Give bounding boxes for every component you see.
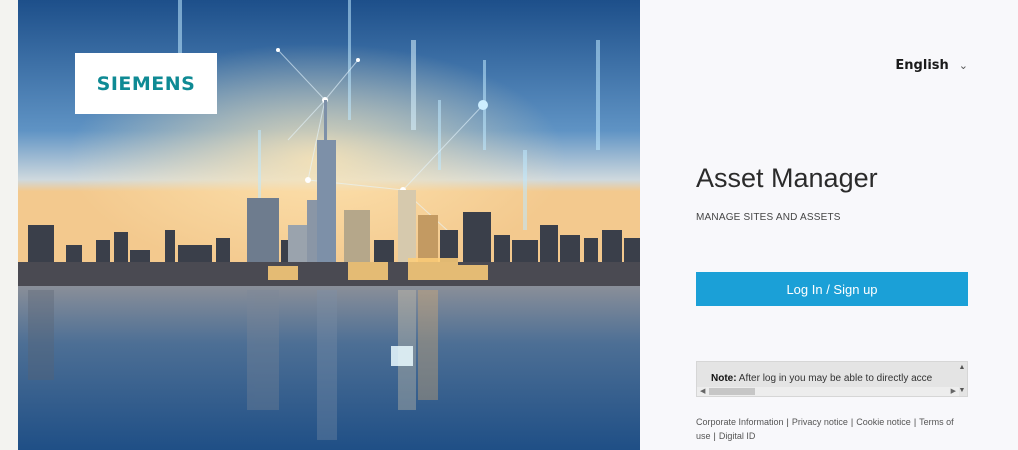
chevron-down-icon: ⌄: [958, 59, 968, 72]
scroll-right-icon[interactable]: ▶: [951, 387, 956, 395]
language-selector[interactable]: English ⌄: [895, 58, 968, 73]
footer-link-corporate-information[interactable]: Corporate Information: [696, 417, 784, 427]
note-box[interactable]: Note: After log in you may be able to di…: [696, 361, 968, 397]
login-signup-button[interactable]: Log In / Sign up: [696, 272, 968, 306]
page-subtitle: MANAGE SITES AND ASSETS: [696, 212, 841, 223]
scrollbar-thumb[interactable]: [709, 388, 755, 395]
note-label: Note:: [711, 373, 737, 384]
page-title: Asset Manager: [696, 163, 878, 193]
scroll-down-icon[interactable]: ▼: [959, 387, 966, 394]
note-message: After log in you may be able to directly…: [738, 373, 933, 384]
scroll-up-icon[interactable]: ▲: [959, 364, 966, 371]
footer-link-privacy-notice[interactable]: Privacy notice: [792, 417, 848, 427]
login-page: SIEMENS English ⌄ Asset Manager MANAGE S…: [0, 0, 1018, 450]
language-label: English: [895, 58, 949, 73]
logo-text: SIEMENS: [96, 72, 196, 95]
note-text: Note: After log in you may be able to di…: [711, 373, 951, 384]
scroll-left-icon[interactable]: ◀: [700, 387, 705, 395]
footer-link-digital-id[interactable]: Digital ID: [719, 431, 756, 441]
footer-link-cookie-notice[interactable]: Cookie notice: [856, 417, 911, 427]
login-panel: English ⌄ Asset Manager MANAGE SITES AND…: [640, 0, 1018, 450]
horizontal-scrollbar[interactable]: ◀ ▶: [697, 387, 959, 396]
footer-links: Corporate Information | Privacy notice | Coo…: [696, 417, 954, 441]
hero-image: SIEMENS: [18, 0, 640, 450]
siemens-logo: SIEMENS: [75, 53, 217, 114]
